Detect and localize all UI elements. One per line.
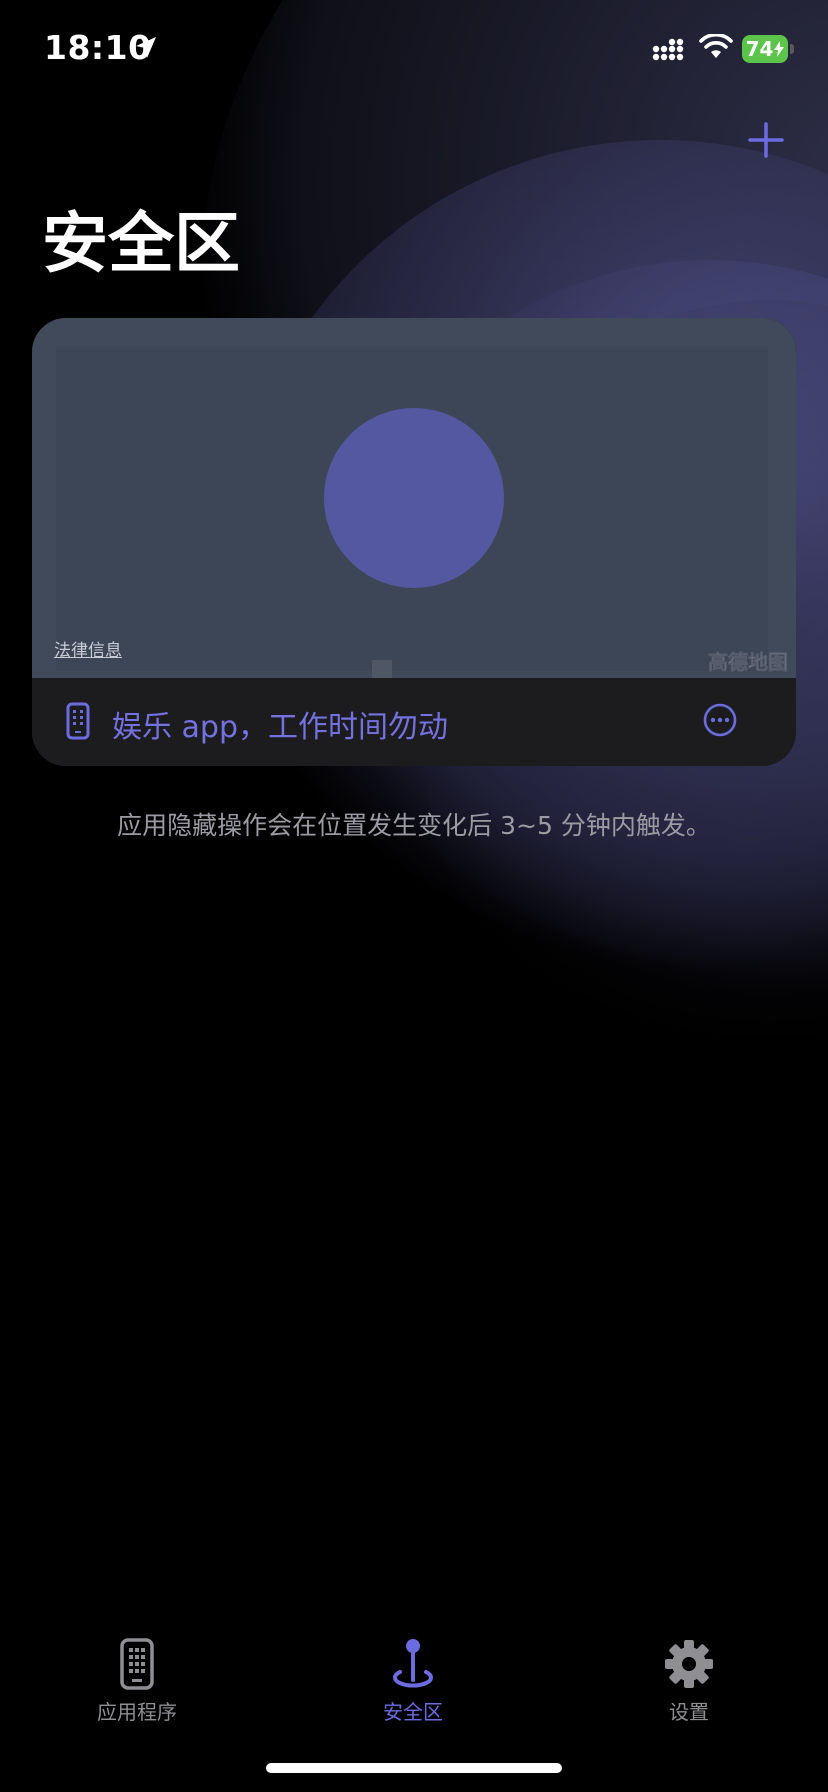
- tab-apps-label: 应用程序: [97, 1700, 177, 1724]
- zone-name: 娱乐 app，工作时间勿动: [112, 710, 449, 745]
- location-pin-icon: [393, 1639, 433, 1688]
- gear-icon: [665, 1640, 713, 1688]
- tab-apps[interactable]: 应用程序: [37, 1620, 237, 1730]
- hide-timing-description: 应用隐藏操作会在位置发生变化后 3~5 分钟内触发。: [117, 811, 711, 840]
- zone-card-footer[interactable]: 娱乐 app，工作时间勿动: [32, 678, 796, 766]
- more-options-button[interactable]: [702, 702, 738, 738]
- zone-card[interactable]: 法律信息 高德地图 娱乐 app，工作时间勿动: [32, 318, 796, 766]
- ellipsis-circle-icon: [703, 703, 737, 737]
- tab-bar: 应用程序 安全区 设置: [0, 1620, 828, 1740]
- battery-level: 74: [745, 37, 774, 61]
- phone-grid-icon: [120, 1638, 154, 1690]
- page-title: 安全区: [42, 205, 240, 282]
- tab-safe-zone[interactable]: 安全区: [313, 1620, 513, 1730]
- battery-indicator: 74: [742, 35, 788, 63]
- charging-bolt-icon: [774, 41, 785, 57]
- map-provider-logo: 高德地图: [708, 650, 789, 675]
- signal-icon: [652, 38, 684, 61]
- wifi-icon: [699, 34, 733, 58]
- zone-radius-circle: [324, 408, 504, 588]
- phone-icon: [66, 702, 90, 740]
- battery-tip: [790, 44, 794, 54]
- legal-info-link[interactable]: 法律信息: [54, 636, 122, 661]
- location-arrow-icon: [136, 37, 156, 58]
- add-zone-button[interactable]: [744, 118, 788, 162]
- plus-icon: [748, 122, 784, 158]
- status-bar: 18:10 74: [0, 0, 828, 100]
- tab-settings[interactable]: 设置: [589, 1620, 789, 1730]
- tab-safe-zone-label: 安全区: [383, 1700, 443, 1724]
- map-view[interactable]: 法律信息 高德地图: [32, 318, 796, 678]
- tab-settings-label: 设置: [669, 1700, 709, 1724]
- screen: 18:10 74 安全区 法律信息 高德地图 娱乐 app，工作时间勿动 应用隐…: [0, 0, 828, 1792]
- home-indicator[interactable]: [266, 1763, 562, 1773]
- map-center-marker: [372, 660, 392, 678]
